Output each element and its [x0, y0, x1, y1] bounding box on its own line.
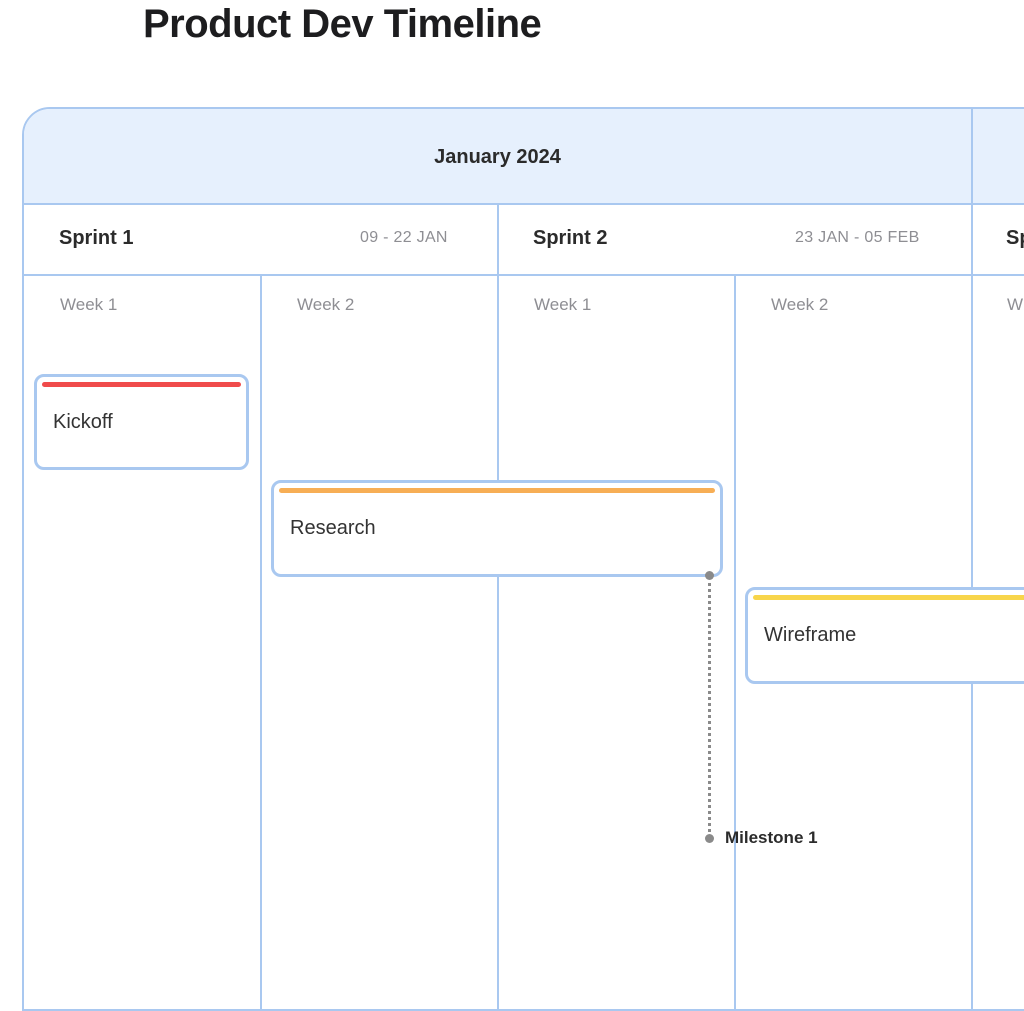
page-title: Product Dev Timeline — [143, 2, 542, 46]
week-label: W — [1007, 295, 1024, 314]
sprint-1-dates: 09 - 22 JAN — [360, 229, 448, 246]
week-divider — [734, 276, 736, 1009]
sprint-divider — [497, 205, 499, 1009]
task-label: Kickoff — [53, 411, 113, 433]
task-color-bar — [42, 382, 241, 387]
milestone-dot[interactable] — [705, 834, 714, 843]
month-label: January 2024 — [434, 146, 561, 168]
sprint-3-name: Sp — [1006, 227, 1024, 249]
sprint-2-name: Sprint 2 — [533, 227, 608, 249]
sprint-header-row: Sprint 1 09 - 22 JAN Sprint 2 23 JAN - 0… — [24, 205, 1024, 276]
week-label: Week 1 — [534, 295, 592, 314]
milestone-connector — [708, 576, 711, 838]
week-label: Week 2 — [297, 295, 355, 314]
month-header: January 2024 — [24, 109, 1024, 205]
task-card-kickoff[interactable]: Kickoff — [34, 374, 249, 470]
task-color-bar — [753, 595, 1024, 600]
week-label: Week 1 — [60, 295, 118, 314]
task-card-wireframe[interactable]: Wireframe — [745, 587, 1024, 684]
week-label: Week 2 — [771, 295, 829, 314]
week-divider — [260, 276, 262, 1009]
sprint-1-name: Sprint 1 — [59, 227, 134, 249]
sprint-2-dates: 23 JAN - 05 FEB — [795, 229, 920, 246]
task-color-bar — [279, 488, 715, 493]
connector-start-dot — [705, 571, 714, 580]
task-label: Research — [290, 517, 376, 539]
task-label: Wireframe — [764, 624, 857, 646]
milestone-label[interactable]: Milestone 1 — [725, 828, 818, 848]
task-card-research[interactable]: Research — [271, 480, 723, 577]
